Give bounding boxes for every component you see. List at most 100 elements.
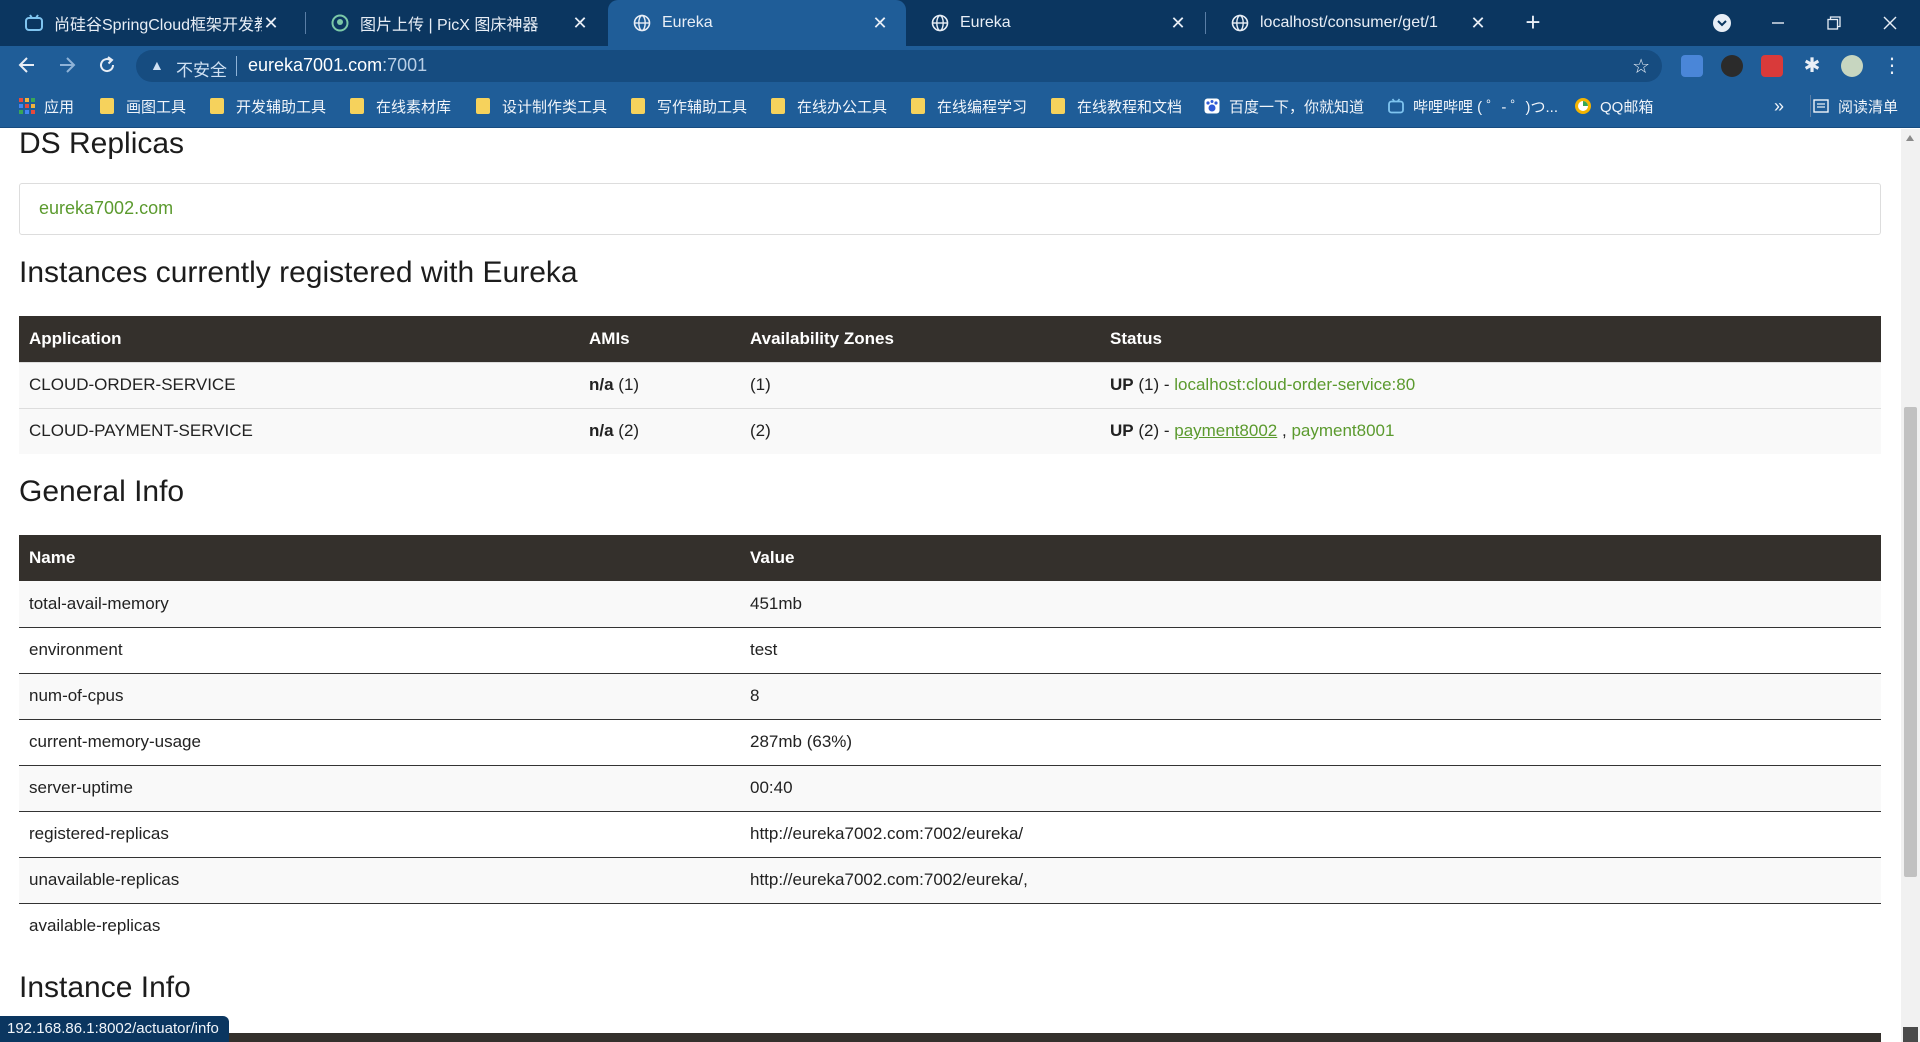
reading-list-icon bbox=[1812, 97, 1830, 115]
tab-strip: 尚硅谷SpringCloud框架开发教程 ✕ 图片上传 | PicX 图床神器 … bbox=[0, 0, 1920, 46]
tab-2[interactable]: Eureka ✕ bbox=[608, 0, 906, 46]
bookmark-label: 应用 bbox=[44, 98, 75, 116]
globe-icon bbox=[930, 13, 950, 33]
address-bar[interactable]: ▲ 不安全 eureka7001.com:7001 ☆ bbox=[136, 50, 1662, 82]
bookmark-folder[interactable]: 在线编程学习 bbox=[911, 84, 1027, 128]
bookmark-folder[interactable]: 在线素材库 bbox=[350, 84, 451, 128]
picx-icon bbox=[330, 13, 350, 33]
spy-extension-icon[interactable] bbox=[1721, 55, 1743, 77]
tab-title: localhost/consumer/get/1 bbox=[1260, 14, 1438, 31]
general-info-heading: General Info bbox=[19, 475, 185, 508]
close-icon bbox=[1883, 16, 1897, 30]
bookmark-folder[interactable]: 开发辅助工具 bbox=[210, 84, 326, 128]
column-header: Status bbox=[1100, 316, 1881, 362]
puzzle-icon[interactable]: ✱ bbox=[1801, 55, 1823, 77]
scroll-up-arrow-icon[interactable] bbox=[1906, 135, 1914, 141]
instance-info-heading: Instance Info bbox=[19, 971, 191, 1004]
bookmark-qqmail[interactable]: QQ邮箱 bbox=[1574, 84, 1653, 128]
ds-replicas-heading: DS Replicas bbox=[19, 129, 185, 160]
close-window-button[interactable] bbox=[1862, 0, 1918, 46]
address-divider bbox=[236, 56, 237, 76]
info-name: registered-replicas bbox=[19, 811, 740, 858]
globe-icon bbox=[1230, 13, 1250, 33]
folder-icon bbox=[631, 98, 645, 114]
bookmark-folder[interactable]: 画图工具 bbox=[100, 84, 186, 128]
column-header: Application bbox=[19, 316, 579, 362]
bookmark-folder[interactable]: 在线教程和文档 bbox=[1051, 84, 1182, 128]
tab-title: Eureka bbox=[662, 14, 713, 31]
instance-link[interactable]: localhost:cloud-order-service:80 bbox=[1174, 375, 1415, 394]
back-button[interactable] bbox=[12, 50, 42, 80]
table-row: registered-replicas http://eureka7002.com… bbox=[19, 811, 1881, 858]
close-icon[interactable]: ✕ bbox=[1468, 13, 1488, 34]
instance-link[interactable]: payment8002 bbox=[1174, 421, 1277, 440]
close-icon[interactable]: ✕ bbox=[870, 13, 890, 34]
bookmark-bilibili[interactable]: 哔哩哔哩 ( ゜- ゜)つ... bbox=[1387, 84, 1558, 128]
info-value: 00:40 bbox=[740, 765, 1881, 812]
replica-link[interactable]: eureka7002.com bbox=[39, 198, 173, 219]
restore-button[interactable] bbox=[1806, 0, 1862, 46]
column-header: Availability Zones bbox=[740, 316, 1100, 362]
folder-icon bbox=[911, 98, 925, 114]
bookmark-label: QQ邮箱 bbox=[1600, 98, 1654, 116]
url-host: eureka7001.com bbox=[248, 55, 383, 75]
tab-1[interactable]: 图片上传 | PicX 图床神器 ✕ bbox=[306, 0, 606, 46]
bilibili-icon bbox=[24, 13, 44, 33]
scroll-down-arrow-icon[interactable] bbox=[1903, 1027, 1918, 1042]
application-cell: CLOUD-ORDER-SERVICE bbox=[19, 361, 579, 408]
red-extension-icon[interactable] bbox=[1761, 55, 1783, 77]
status-cell: UP (1) - localhost:cloud-order-service:8… bbox=[1100, 361, 1881, 408]
tab-0[interactable]: 尚硅谷SpringCloud框架开发教程 ✕ bbox=[0, 0, 296, 46]
star-icon[interactable]: ☆ bbox=[1632, 54, 1650, 79]
tab-4[interactable]: localhost/consumer/get/1 ✕ bbox=[1206, 0, 1504, 46]
tab-3[interactable]: Eureka ✕ bbox=[906, 0, 1204, 46]
bookmark-label: 设计制作类工具 bbox=[502, 98, 608, 116]
bookmarks-more-button[interactable]: » bbox=[1774, 84, 1784, 128]
baidu-icon bbox=[1203, 97, 1221, 115]
info-name: total-avail-memory bbox=[19, 581, 740, 628]
bookmark-folder[interactable]: 在线办公工具 bbox=[771, 84, 887, 128]
tab-title: 尚硅谷SpringCloud框架开发教程 bbox=[54, 17, 263, 34]
url-port: :7001 bbox=[382, 55, 428, 75]
new-tab-button[interactable]: + bbox=[1518, 8, 1548, 38]
reading-list-button[interactable]: 阅读清单 bbox=[1812, 84, 1898, 128]
reload-button[interactable] bbox=[92, 50, 122, 80]
bookmark-apps[interactable]: 应用 bbox=[18, 84, 74, 128]
warning-icon[interactable]: ▲ bbox=[150, 57, 164, 73]
minimize-button[interactable] bbox=[1750, 0, 1806, 46]
scrollbar-thumb[interactable] bbox=[1904, 407, 1917, 877]
table-row: environment test bbox=[19, 627, 1881, 674]
bookmark-folder[interactable]: 写作辅助工具 bbox=[631, 84, 747, 128]
bookmarks-bar: 应用 画图工具 开发辅助工具 在线素材库 设计制作类工具 写作辅助工具 在线办公… bbox=[0, 84, 1920, 128]
close-icon[interactable]: ✕ bbox=[262, 13, 280, 34]
forward-button[interactable] bbox=[52, 50, 82, 80]
tab-search-button[interactable] bbox=[1694, 0, 1750, 46]
translate-icon[interactable] bbox=[1681, 55, 1703, 77]
folder-icon bbox=[350, 98, 364, 114]
amis-cell: n/a (2) bbox=[579, 407, 740, 454]
browser-toolbar: ▲ 不安全 eureka7001.com:7001 ☆ ✱ ⋮ bbox=[0, 46, 1920, 84]
table-row: num-of-cpus 8 bbox=[19, 673, 1881, 720]
info-name: current-memory-usage bbox=[19, 719, 740, 766]
bookmark-baidu[interactable]: 百度一下，你就知道 bbox=[1203, 84, 1364, 128]
info-value: http://eureka7002.com:7002/eureka/, bbox=[740, 857, 1881, 904]
page-content: DS Replicas eureka7002.com Instances cur… bbox=[0, 129, 1901, 1042]
instance-link[interactable]: payment8001 bbox=[1291, 421, 1394, 440]
security-label[interactable]: 不安全 bbox=[176, 56, 227, 81]
more-menu-icon[interactable]: ⋮ bbox=[1881, 55, 1903, 77]
info-value: 8 bbox=[740, 673, 1881, 720]
column-header: Name bbox=[19, 535, 740, 581]
bookmark-folder[interactable]: 设计制作类工具 bbox=[476, 84, 607, 128]
globe-icon bbox=[632, 13, 652, 33]
info-name: num-of-cpus bbox=[19, 673, 740, 720]
table-row: current-memory-usage 287mb (63%) bbox=[19, 719, 1881, 766]
avatar[interactable] bbox=[1841, 55, 1863, 77]
minimize-icon bbox=[1772, 22, 1784, 24]
folder-icon bbox=[100, 98, 114, 114]
close-icon[interactable]: ✕ bbox=[1168, 13, 1188, 34]
column-header: Value bbox=[740, 535, 1881, 581]
url-text[interactable]: eureka7001.com:7001 bbox=[248, 55, 427, 76]
close-icon[interactable]: ✕ bbox=[570, 13, 590, 34]
info-name: server-uptime bbox=[19, 765, 740, 812]
page-scrollbar[interactable] bbox=[1901, 129, 1920, 1042]
